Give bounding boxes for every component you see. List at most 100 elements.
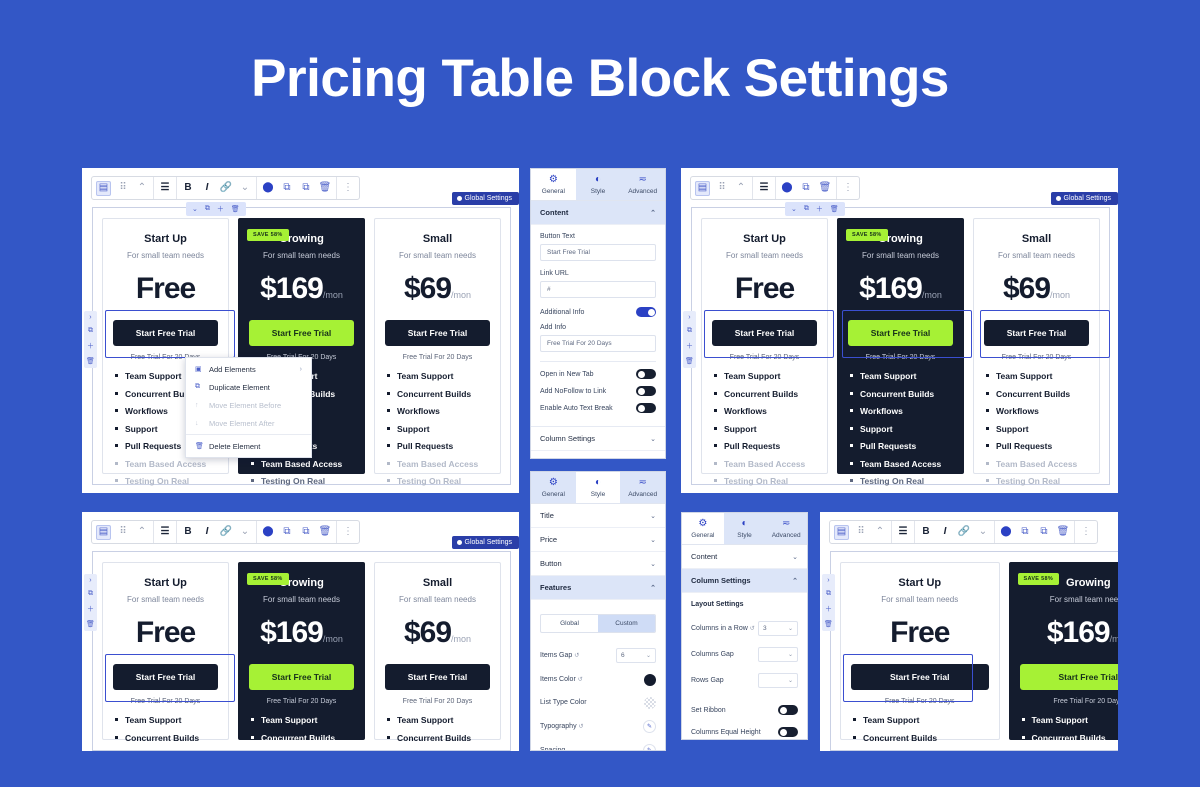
copy-block-icon[interactable]: ⧉ bbox=[799, 181, 813, 195]
bold-icon[interactable]: B bbox=[919, 525, 933, 539]
section-content[interactable]: Content ⌃ bbox=[531, 201, 665, 225]
pricing-card-growing[interactable]: SAVE 58% Growing For small team needs $1… bbox=[238, 562, 365, 751]
drag-handle-icon[interactable]: ⠿ bbox=[116, 181, 130, 195]
more-options-icon[interactable]: ⋮ bbox=[841, 181, 855, 195]
tab-advanced[interactable]: ≂ Advanced bbox=[620, 169, 665, 200]
italic-icon[interactable]: I bbox=[200, 181, 214, 195]
pricing-card-small[interactable]: Small For small team needs $69/mon Start… bbox=[374, 562, 501, 751]
align-icon[interactable]: ☰ bbox=[158, 525, 172, 539]
nofollow-toggle[interactable] bbox=[636, 386, 656, 396]
items-gap-input[interactable]: 6 ⌄ bbox=[616, 647, 656, 663]
align-icon[interactable]: ☰ bbox=[896, 525, 910, 539]
section-column-settings[interactable]: Column Settings ⌃ bbox=[682, 569, 807, 593]
more-options-icon[interactable]: ⋮ bbox=[341, 525, 355, 539]
trash-icon[interactable]: 🗑 bbox=[86, 357, 95, 365]
card-cta-button[interactable]: Start Free Trial bbox=[385, 320, 490, 346]
block-icon[interactable]: ▤ bbox=[834, 524, 849, 540]
trash-icon[interactable]: 🗑 bbox=[824, 620, 833, 628]
button-text-input[interactable]: Start Free Trial bbox=[540, 244, 656, 261]
open-new-tab-toggle[interactable] bbox=[636, 369, 656, 379]
duplicate-icon[interactable]: ⧉ bbox=[687, 327, 692, 335]
link-icon[interactable]: 🔗 bbox=[219, 181, 233, 195]
unit-dropdown-icon[interactable]: ⌄ bbox=[788, 625, 793, 632]
block-hover-toolbar[interactable]: ⌄ ⧉ ＋ 🗑 bbox=[186, 202, 246, 216]
trash-icon[interactable]: 🗑 bbox=[318, 525, 332, 539]
drag-handle-icon[interactable]: ⠿ bbox=[854, 525, 868, 539]
add-icon[interactable]: ⬤ bbox=[780, 181, 794, 195]
add-icon[interactable]: ⬤ bbox=[261, 525, 275, 539]
set-ribbon-toggle[interactable] bbox=[778, 705, 798, 715]
typography-edit-icon[interactable]: ✎ bbox=[643, 719, 656, 733]
section-price[interactable]: Price ⌄ bbox=[531, 528, 665, 552]
italic-icon[interactable]: I bbox=[938, 525, 952, 539]
trash-icon[interactable]: 🗑 bbox=[231, 205, 240, 213]
copy-block-icon[interactable]: ⧉ bbox=[1018, 525, 1032, 539]
card-cta-button[interactable]: Start Free Trial bbox=[113, 320, 218, 346]
block-toolbar[interactable]: ▤ ⠿ ⌃ ☰ B I 🔗 ⌄ ⬤ ⧉ ⧉ 🗑 ⋮ bbox=[829, 520, 1098, 544]
set-ribbon-row[interactable]: Set Ribbon bbox=[691, 705, 798, 715]
element-context-menu[interactable]: ▣ Add Elements › ⧉ Duplicate Element ↑ M… bbox=[185, 357, 312, 458]
additional-info-row[interactable]: Additional Info bbox=[540, 307, 656, 317]
add-icon[interactable]: ⬤ bbox=[999, 525, 1013, 539]
nofollow-row[interactable]: Add NoFollow to Link bbox=[540, 386, 656, 396]
align-icon[interactable]: ☰ bbox=[757, 181, 771, 195]
columns-gap-input[interactable]: ⌄ bbox=[758, 646, 798, 662]
tab-advanced[interactable]: ≂ Advanced bbox=[620, 472, 665, 503]
bold-icon[interactable]: B bbox=[181, 181, 195, 195]
block-toolbar[interactable]: ▤ ⠿ ⌃ ☰ ⬤ ⧉ 🗑 ⋮ bbox=[690, 176, 860, 200]
pricing-card-startup[interactable]: Start Up For small team needs Free Start… bbox=[840, 562, 1000, 751]
section-column-settings[interactable]: Column Settings ⌄ bbox=[531, 426, 665, 451]
plus-icon[interactable]: ＋ bbox=[825, 604, 832, 614]
chevron-right-icon[interactable]: › bbox=[688, 314, 690, 321]
plus-icon[interactable]: ＋ bbox=[87, 341, 94, 351]
move-updown-icon[interactable]: ⌃ bbox=[135, 181, 149, 195]
menu-item-delete-element[interactable]: 🗑 Delete Element bbox=[186, 437, 311, 455]
pricing-card-growing[interactable]: SAVE 58% Growing For small team needs $1… bbox=[1008, 562, 1118, 751]
pricing-card-startup[interactable]: Start Up For small team needs Free Start… bbox=[102, 562, 229, 751]
tab-general[interactable]: ⚙ General bbox=[531, 472, 576, 503]
global-custom-segmented[interactable]: Global Custom bbox=[540, 614, 656, 633]
global-settings-button[interactable]: Global Settings bbox=[1050, 192, 1118, 205]
duplicate-icon[interactable]: ⧉ bbox=[88, 590, 93, 598]
plus-icon[interactable]: ＋ bbox=[686, 341, 693, 351]
global-settings-button[interactable]: Global Settings bbox=[451, 192, 519, 205]
segment-custom[interactable]: Custom bbox=[598, 615, 655, 632]
columns-equal-height-row[interactable]: Columns Equal Height bbox=[691, 727, 798, 737]
list-type-color-swatch[interactable] bbox=[644, 696, 656, 709]
element-left-rail[interactable]: › ⧉ ＋ 🗑 bbox=[84, 311, 97, 368]
card-cta-button[interactable]: Start Free Trial bbox=[249, 664, 354, 690]
element-left-rail[interactable]: › ⧉ ＋ 🗑 bbox=[84, 574, 97, 631]
block-icon[interactable]: ▤ bbox=[695, 180, 710, 196]
unit-dropdown-icon[interactable]: ⌄ bbox=[646, 652, 651, 659]
bold-icon[interactable]: B bbox=[181, 525, 195, 539]
spacing-edit-icon[interactable]: ✎ bbox=[643, 743, 656, 750]
tab-style[interactable]: ◐ Style bbox=[575, 169, 621, 200]
add-info-input[interactable]: Free Trial For 20 Days bbox=[540, 335, 656, 352]
block-toolbar[interactable]: ▤ ⠿ ⌃ ☰ B I 🔗 ⌄ ⬤ ⧉ ⧉ 🗑 ⋮ bbox=[91, 176, 360, 200]
plus-icon[interactable]: ＋ bbox=[816, 204, 823, 214]
pricing-card-small[interactable]: Small For small team needs $69/mon Start… bbox=[973, 218, 1100, 486]
unit-dropdown-icon[interactable]: ⌄ bbox=[788, 651, 793, 658]
pricing-card-small[interactable]: Small For small team needs $69/mon Start… bbox=[374, 218, 501, 486]
italic-icon[interactable]: I bbox=[200, 525, 214, 539]
tab-advanced[interactable]: ≂ Advanced bbox=[765, 513, 807, 544]
pricing-card-startup[interactable]: Start Up For small team needs Free Start… bbox=[701, 218, 828, 486]
trash-icon[interactable]: 🗑 bbox=[685, 357, 694, 365]
pricing-card-growing[interactable]: SAVE 58% Growing For small team needs $1… bbox=[837, 218, 964, 486]
duplicate-icon[interactable]: ⧉ bbox=[88, 327, 93, 335]
link-icon[interactable]: 🔗 bbox=[219, 525, 233, 539]
section-button[interactable]: Button ⌄ bbox=[531, 552, 665, 576]
section-title[interactable]: Title ⌄ bbox=[531, 504, 665, 528]
element-left-rail[interactable]: › ⧉ ＋ 🗑 bbox=[683, 311, 696, 368]
menu-item-duplicate-element[interactable]: ⧉ Duplicate Element bbox=[186, 378, 311, 396]
reset-icon[interactable]: ↺ bbox=[578, 677, 583, 683]
trash-icon[interactable]: 🗑 bbox=[1056, 525, 1070, 539]
tab-general[interactable]: ⚙ General bbox=[531, 169, 576, 200]
link-icon[interactable]: 🔗 bbox=[957, 525, 971, 539]
move-updown-icon[interactable]: ⌃ bbox=[873, 525, 887, 539]
block-toolbar[interactable]: ▤ ⠿ ⌃ ☰ B I 🔗 ⌄ ⬤ ⧉ ⧉ 🗑 ⋮ bbox=[91, 520, 360, 544]
rows-gap-input[interactable]: ⌄ bbox=[758, 672, 798, 688]
align-icon[interactable]: ☰ bbox=[158, 181, 172, 195]
reset-icon[interactable]: ↺ bbox=[750, 626, 755, 632]
section-features[interactable]: Features ⌃ bbox=[531, 576, 665, 600]
